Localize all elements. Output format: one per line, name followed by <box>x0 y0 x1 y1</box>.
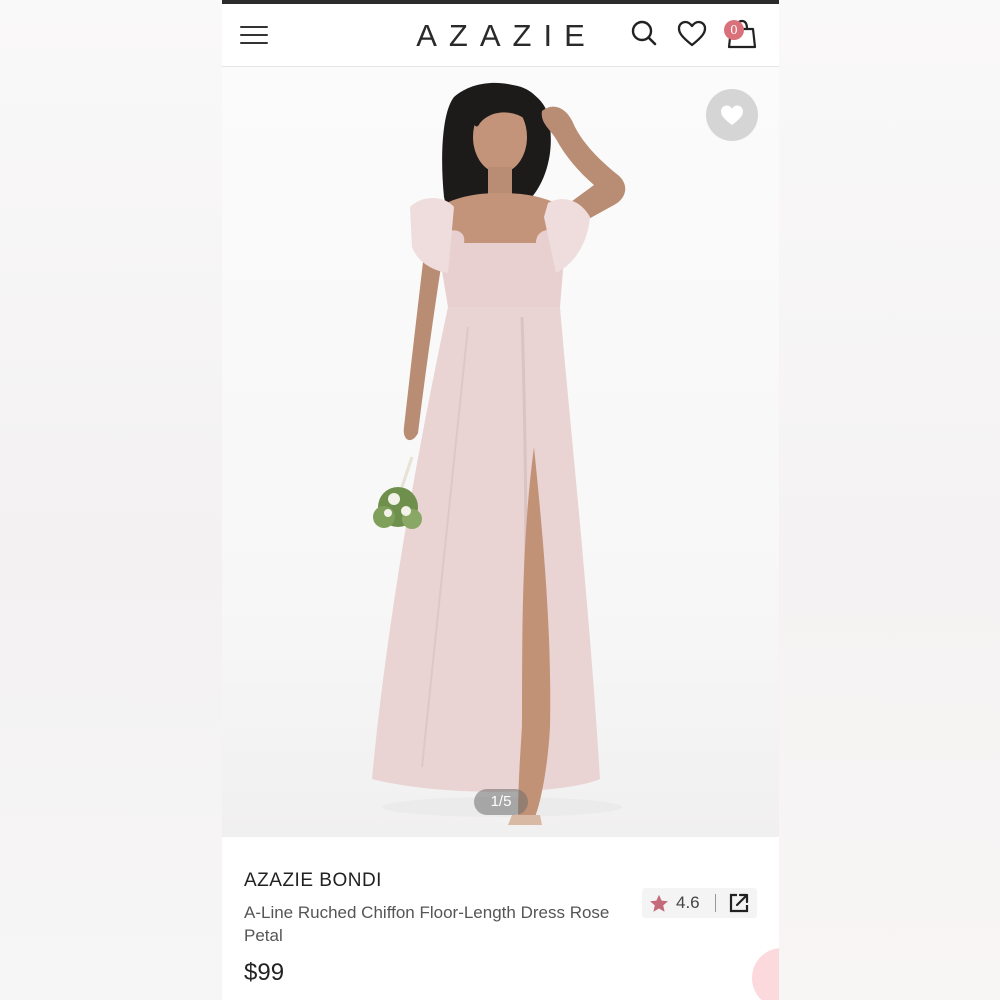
product-brand[interactable]: AZAZIE BONDI <box>244 870 382 892</box>
favorite-button[interactable] <box>706 89 758 141</box>
rating-share-box: 4.6 <box>642 888 757 918</box>
product-name: A-Line Ruched Chiffon Floor-Length Dress… <box>244 903 610 945</box>
product-photo <box>372 82 626 825</box>
product-info: AZAZIE BONDI A-Line Ruched Chiffon Floor… <box>222 837 779 1000</box>
heart-icon[interactable] <box>676 18 708 50</box>
search-icon[interactable] <box>628 18 660 50</box>
rating-divider <box>715 894 716 912</box>
phone-screen: AZAZIE 0 1/5 AZAZIE BONDI A-Line Ruched … <box>222 0 779 1000</box>
rating-value[interactable]: 4.6 <box>676 893 700 913</box>
product-price: $99 <box>244 959 285 986</box>
image-pager: 1/5 <box>474 789 528 815</box>
share-external-icon[interactable] <box>728 892 750 919</box>
background-left <box>0 0 222 1000</box>
background-right <box>779 0 1000 1000</box>
heart-filled-icon <box>721 105 743 125</box>
cart-count-badge: 0 <box>724 20 744 40</box>
product-image-gallery[interactable]: 1/5 <box>222 67 779 837</box>
star-icon <box>650 894 668 912</box>
app-header: AZAZIE 0 <box>222 4 779 67</box>
